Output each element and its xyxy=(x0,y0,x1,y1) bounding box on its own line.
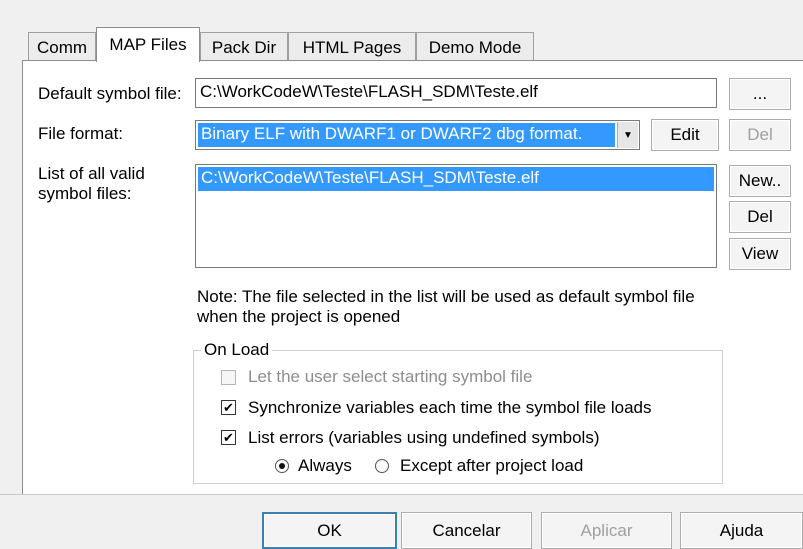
file-format-selected-value: Binary ELF with DWARF1 or DWARF2 dbg for… xyxy=(198,123,615,147)
ok-button[interactable]: OK xyxy=(262,512,397,549)
except-after-radio[interactable] xyxy=(375,459,389,473)
new-button-label: New.. xyxy=(738,171,782,190)
note-line1: Note: The file selected in the list will… xyxy=(197,287,695,306)
help-button[interactable]: Ajuda xyxy=(680,512,803,549)
tab-comm-label: Comm xyxy=(36,37,88,57)
note-line2: when the project is opened xyxy=(197,307,401,326)
tab-html-pages-label: HTML Pages xyxy=(302,37,402,57)
check-icon: ✔ xyxy=(223,430,234,445)
tab-comm[interactable]: Comm xyxy=(28,32,96,62)
edit-button-label: Edit xyxy=(670,125,700,144)
view-button-label: View xyxy=(741,244,779,263)
tab-demo-mode[interactable]: Demo Mode xyxy=(416,32,534,62)
default-symbol-label: Default symbol file: xyxy=(38,84,182,103)
always-label: Always xyxy=(298,456,352,475)
always-radio[interactable] xyxy=(275,459,289,473)
edit-button[interactable]: Edit xyxy=(651,119,719,151)
tab-map-files[interactable]: MAP Files xyxy=(96,27,200,62)
settings-dialog: Comm MAP Files Pack Dir HTML Pages Demo … xyxy=(0,0,803,549)
on-load-title: On Load xyxy=(201,340,273,360)
synchronize-checkbox[interactable]: ✔ xyxy=(221,400,236,415)
del-button[interactable]: Del xyxy=(729,201,791,233)
let-user-select-checkbox[interactable] xyxy=(221,370,236,385)
browse-button-label: ... xyxy=(752,84,768,103)
apply-button[interactable]: Aplicar xyxy=(541,512,672,549)
apply-button-label: Aplicar xyxy=(580,520,633,540)
browse-button[interactable]: ... xyxy=(729,78,791,110)
symbol-list-label-line2: symbol files: xyxy=(38,184,132,203)
list-errors-label: List errors (variables using undefined s… xyxy=(248,428,600,447)
tab-pack-dir[interactable]: Pack Dir xyxy=(200,32,288,62)
file-format-select[interactable]: Binary ELF with DWARF1 or DWARF2 dbg for… xyxy=(195,120,640,150)
let-user-select-label: Let the user select starting symbol file xyxy=(248,367,533,386)
symbol-files-list[interactable]: C:\WorkCodeW\Teste\FLASH_SDM\Teste.elf xyxy=(195,164,717,268)
file-format-label: File format: xyxy=(38,124,124,143)
cancel-button[interactable]: Cancelar xyxy=(401,512,532,549)
default-symbol-input[interactable]: C:\WorkCodeW\Teste\FLASH_SDM\Teste.elf xyxy=(195,78,717,108)
del-format-button-label: Del xyxy=(747,125,773,144)
tab-pack-dir-label: Pack Dir xyxy=(211,37,277,57)
check-icon: ✔ xyxy=(223,400,234,415)
view-button[interactable]: View xyxy=(729,238,791,270)
tab-demo-mode-label: Demo Mode xyxy=(428,37,522,57)
del-button-label: Del xyxy=(747,207,773,226)
ok-button-label: OK xyxy=(317,520,342,540)
synchronize-label: Synchronize variables each time the symb… xyxy=(248,398,652,417)
cancel-button-label: Cancelar xyxy=(432,520,501,540)
tab-map-files-label: MAP Files xyxy=(109,35,187,54)
symbol-list-label-line1: List of all valid xyxy=(38,164,145,183)
tab-html-pages[interactable]: HTML Pages xyxy=(288,32,416,62)
del-format-button[interactable]: Del xyxy=(729,119,791,151)
list-errors-checkbox[interactable]: ✔ xyxy=(221,430,236,445)
new-button[interactable]: New.. xyxy=(729,165,791,197)
chevron-down-icon[interactable]: ▼ xyxy=(617,122,638,148)
except-after-label: Except after project load xyxy=(400,456,584,475)
help-button-label: Ajuda xyxy=(719,520,764,540)
footer-divider xyxy=(0,494,803,495)
list-item[interactable]: C:\WorkCodeW\Teste\FLASH_SDM\Teste.elf xyxy=(198,167,714,191)
dropdown-glyph: ▼ xyxy=(623,129,633,141)
